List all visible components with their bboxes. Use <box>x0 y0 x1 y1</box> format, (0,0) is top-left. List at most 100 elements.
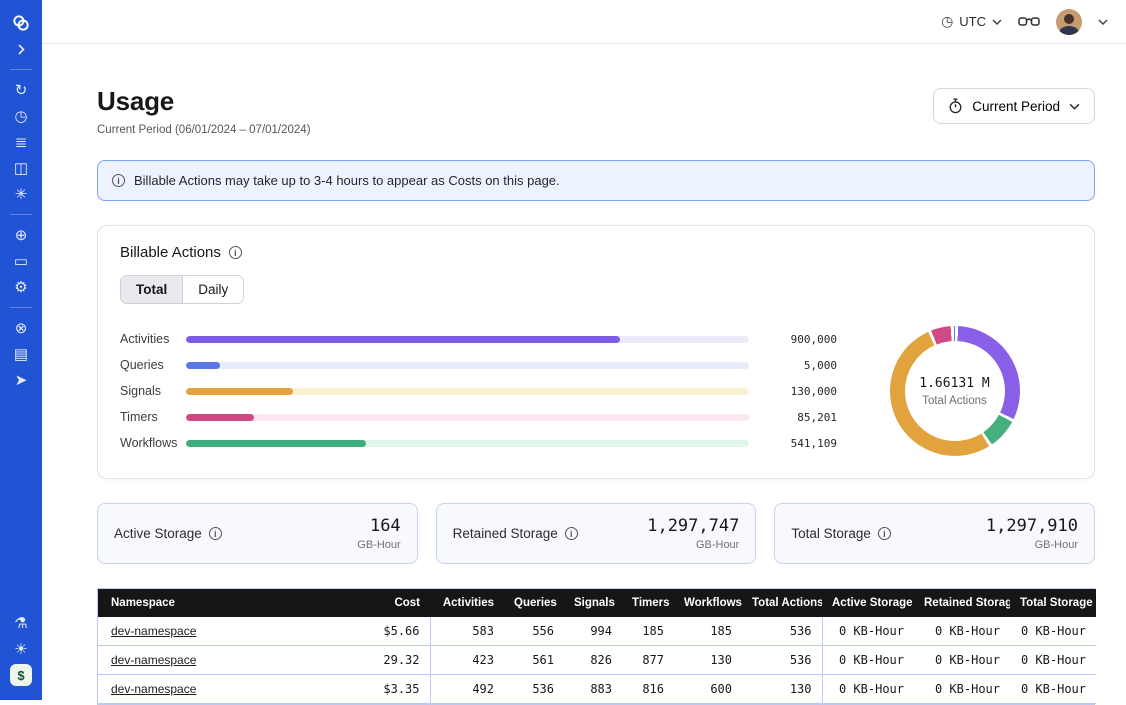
col-workflows: Workflows <box>674 589 742 617</box>
sidebar-item-labs[interactable]: ⚗ <box>0 610 42 636</box>
sidebar-item-nexus[interactable]: ✳ <box>0 181 42 207</box>
flask-icon: ⚗ <box>14 616 27 631</box>
cell-signals: 994 <box>564 617 622 646</box>
bar-track <box>186 388 749 395</box>
sidebar-item-regions[interactable]: ⊕ <box>0 222 42 248</box>
bar-track <box>186 362 749 369</box>
retained-storage-card: Retained Storage i 1,297,747 GB-Hour <box>436 503 757 564</box>
globe-icon: ⊕ <box>15 228 28 243</box>
timezone-label: UTC <box>959 14 986 29</box>
avatar[interactable] <box>1056 9 1082 35</box>
info-icon[interactable]: i <box>209 527 222 540</box>
glasses-icon[interactable] <box>1018 15 1040 28</box>
sun-icon: ☀ <box>14 642 27 657</box>
stat-label: Total Storage <box>791 526 871 541</box>
total-storage-card: Total Storage i 1,297,910 GB-Hour <box>774 503 1095 564</box>
stat-unit: GB-Hour <box>986 539 1078 551</box>
col-cost: Cost <box>368 589 430 617</box>
cell-total-storage: 0 KB-Hour <box>1010 675 1096 704</box>
billing-card-icon: ▭ <box>14 254 28 269</box>
account-chevron-down-icon[interactable] <box>1098 19 1108 25</box>
donut-caption: Total Actions <box>922 395 987 407</box>
sidebar-item-workflows[interactable]: ↻ <box>0 77 42 103</box>
bar-track <box>186 414 749 421</box>
tab-daily[interactable]: Daily <box>183 276 243 303</box>
bar-value: 541,109 <box>749 437 837 450</box>
cell-timers: 185 <box>622 617 674 646</box>
table-row: dev-namespace $5.66 583 556 994 185 185 … <box>98 617 1096 646</box>
namespace-usage-table: Namespace Cost Activities Queries Signal… <box>97 588 1095 705</box>
stat-unit: GB-Hour <box>357 539 400 551</box>
sidebar-item-settings[interactable]: ⚙ <box>0 274 42 300</box>
cell-cost: 29.32 <box>368 646 430 675</box>
cube-icon: ◫ <box>14 161 28 176</box>
namespace-link[interactable]: dev-namespace <box>111 653 196 667</box>
collapse-chevron-icon[interactable] <box>0 36 42 62</box>
cell-timers: 816 <box>622 675 674 704</box>
page-subtitle: Current Period (06/01/2024 – 07/01/2024) <box>97 124 311 136</box>
bar-value: 85,201 <box>749 411 837 424</box>
sidebar-item-billing[interactable]: ▭ <box>0 248 42 274</box>
billable-actions-bar-chart: Activities 900,000 Queries 5,000 Signals… <box>120 330 837 453</box>
cell-cost: $3.35 <box>368 675 430 704</box>
sidebar-item-namespaces[interactable]: ≣ <box>0 129 42 155</box>
stat-value: 1,297,747 <box>647 516 739 536</box>
sidebar-item-support[interactable]: ⊗ <box>0 315 42 341</box>
cell-retained-storage: 0 KB-Hour <box>914 646 1010 675</box>
cell-retained-storage: 0 KB-Hour <box>914 675 1010 704</box>
cell-queries: 561 <box>504 646 564 675</box>
billable-actions-title: Billable Actions <box>120 244 221 261</box>
total-actions-donut: 1.66131 M Total Actions <box>890 326 1020 456</box>
info-icon: i <box>112 174 125 187</box>
bar-row-timers: Timers 85,201 <box>120 408 837 427</box>
table-row: dev-namespace $3.35 492 536 883 816 600 … <box>98 675 1096 704</box>
info-icon[interactable]: i <box>565 527 578 540</box>
cell-total-storage: 0 KB-Hour <box>1010 646 1096 675</box>
cell-workflows: 600 <box>674 675 742 704</box>
table-header-row: Namespace Cost Activities Queries Signal… <box>98 589 1096 617</box>
col-timers: Timers <box>622 589 674 617</box>
timezone-dropdown[interactable]: ◷ UTC <box>941 13 1002 30</box>
bar-value: 130,000 <box>749 385 837 398</box>
temporal-logo-icon[interactable] <box>0 10 42 36</box>
storage-cards: Active Storage i 164 GB-Hour Retained St… <box>97 503 1095 564</box>
bar-row-signals: Signals 130,000 <box>120 382 837 401</box>
cell-timers: 877 <box>622 646 674 675</box>
cell-signals: 883 <box>564 675 622 704</box>
bar-label: Workflows <box>120 436 186 450</box>
sidebar-item-theme[interactable]: ☀ <box>0 636 42 662</box>
cell-cost: $5.66 <box>368 617 430 646</box>
namespace-link[interactable]: dev-namespace <box>111 682 196 696</box>
sidebar-divider <box>10 69 32 70</box>
tab-total[interactable]: Total <box>121 276 183 303</box>
sidebar-item-getting-started[interactable]: ➤ <box>0 367 42 393</box>
billable-actions-tabs: Total Daily <box>120 275 244 304</box>
bar-fill <box>186 388 293 395</box>
bar-track <box>186 336 749 343</box>
col-active-storage: Active Storage <box>822 589 914 617</box>
bar-fill <box>186 414 254 421</box>
cell-activities: 583 <box>430 617 504 646</box>
sidebar-item-deployments[interactable]: ◫ <box>0 155 42 181</box>
period-selector-label: Current Period <box>972 99 1060 114</box>
sidebar-item-docs[interactable]: ▤ <box>0 341 42 367</box>
col-activities: Activities <box>430 589 504 617</box>
col-total-actions: Total Actions <box>742 589 822 617</box>
period-selector-button[interactable]: Current Period <box>933 88 1095 124</box>
stat-unit: GB-Hour <box>647 539 739 551</box>
info-icon[interactable]: i <box>878 527 891 540</box>
cell-total-actions: 536 <box>742 617 822 646</box>
cell-activities: 492 <box>430 675 504 704</box>
docs-book-icon: ▤ <box>14 347 28 362</box>
sidebar-item-usage[interactable]: $ <box>0 662 42 688</box>
stat-label: Active Storage <box>114 526 202 541</box>
namespace-link[interactable]: dev-namespace <box>111 624 196 638</box>
sidebar-item-schedules[interactable]: ◷ <box>0 103 42 129</box>
info-banner-text: Billable Actions may take up to 3-4 hour… <box>134 173 560 188</box>
bar-track <box>186 440 749 447</box>
clock-icon: ◷ <box>941 13 953 30</box>
bar-value: 900,000 <box>749 333 837 346</box>
cell-queries: 556 <box>504 617 564 646</box>
col-queries: Queries <box>504 589 564 617</box>
info-icon[interactable]: i <box>229 246 242 259</box>
